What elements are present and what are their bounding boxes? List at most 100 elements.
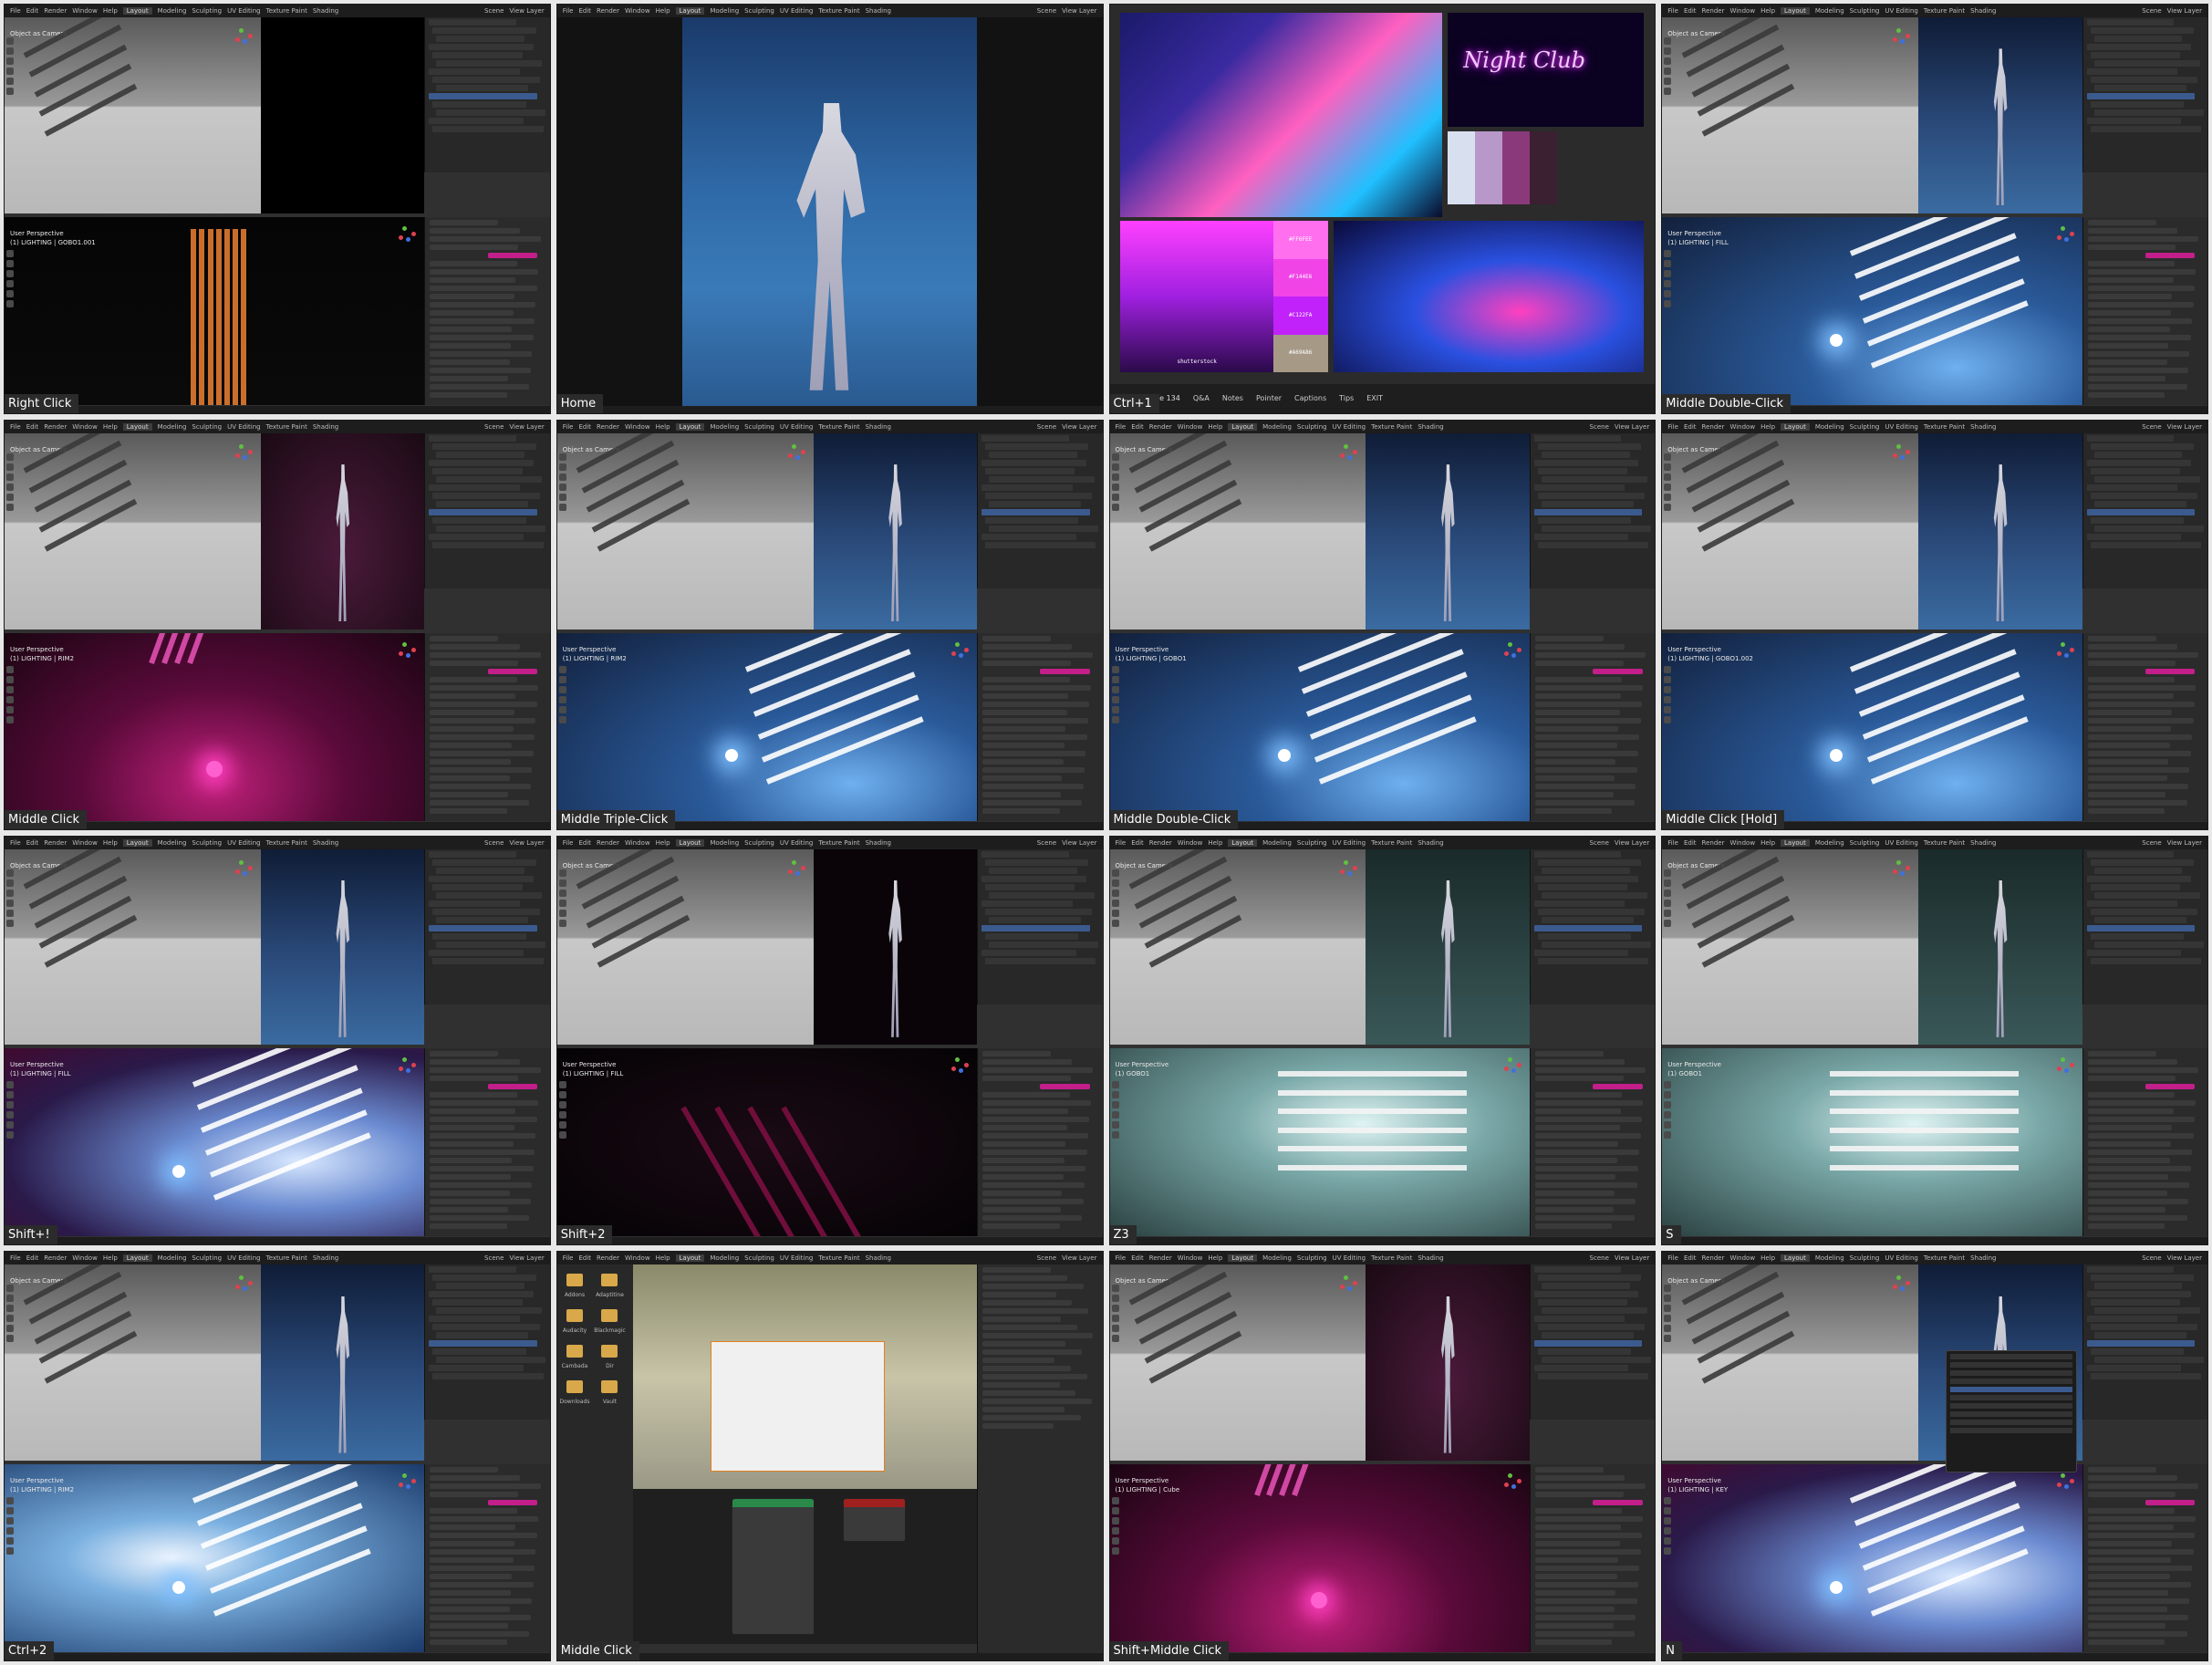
navigation-gizmo[interactable] xyxy=(951,1056,971,1076)
workspace-tab-texture-paint[interactable]: Texture Paint xyxy=(818,7,859,15)
menu-help[interactable]: Help xyxy=(103,839,118,847)
cube-object[interactable] xyxy=(710,1340,885,1472)
property-field[interactable] xyxy=(2087,1467,2156,1473)
tool-button[interactable] xyxy=(1664,1335,1672,1343)
menu-render[interactable]: Render xyxy=(1149,423,1172,431)
property-field[interactable] xyxy=(2087,1615,2189,1621)
tool-button[interactable] xyxy=(6,675,14,683)
workspace-tab-sculpting[interactable]: Sculpting xyxy=(1850,839,1880,847)
property-field[interactable] xyxy=(1534,1182,1637,1189)
navigation-gizmo[interactable] xyxy=(1503,640,1524,661)
property-field[interactable] xyxy=(1040,1084,1090,1090)
tool-button[interactable] xyxy=(1664,269,1672,277)
menu-edit[interactable]: Edit xyxy=(578,7,591,15)
menu-file[interactable]: File xyxy=(1116,423,1127,431)
outliner-row[interactable] xyxy=(429,1266,516,1274)
tool-button[interactable] xyxy=(1664,68,1672,75)
menu-help[interactable]: Help xyxy=(1760,7,1775,15)
gizmo-axis-dot[interactable] xyxy=(234,869,240,874)
view-layer-name[interactable]: View Layer xyxy=(509,1254,544,1262)
property-field[interactable] xyxy=(430,635,499,641)
outliner-row[interactable] xyxy=(436,867,525,874)
outliner-row[interactable] xyxy=(429,68,520,75)
property-field[interactable] xyxy=(2087,383,2187,390)
outliner-row[interactable] xyxy=(1533,949,1629,956)
property-field[interactable] xyxy=(2087,227,2177,234)
gizmo-axis-dot[interactable] xyxy=(1347,870,1353,876)
view-layer-name[interactable]: View Layer xyxy=(1615,839,1649,847)
property-field[interactable] xyxy=(2087,1639,2165,1646)
navigation-gizmo[interactable] xyxy=(234,1274,255,1294)
tool-button[interactable] xyxy=(6,37,14,45)
property-field[interactable] xyxy=(2087,783,2189,789)
outliner-row[interactable] xyxy=(1533,459,1639,466)
outliner-row[interactable] xyxy=(436,60,543,67)
tool-button[interactable] xyxy=(558,715,566,723)
property-field[interactable] xyxy=(430,1590,511,1597)
menu-window[interactable]: Window xyxy=(1178,839,1203,847)
outliner-row[interactable] xyxy=(1537,467,1628,474)
property-field[interactable] xyxy=(2087,750,2191,756)
outliner-row[interactable] xyxy=(2093,1283,2183,1290)
property-field[interactable] xyxy=(430,1108,516,1115)
property-field[interactable] xyxy=(430,1117,537,1123)
workspace-tab-shading[interactable]: Shading xyxy=(866,7,891,15)
property-field[interactable] xyxy=(982,643,1073,650)
gizmo-axis-dot[interactable] xyxy=(2060,225,2065,231)
property-field[interactable] xyxy=(982,750,1086,756)
property-field[interactable] xyxy=(982,1141,1066,1148)
property-field[interactable] xyxy=(982,1308,1088,1315)
workspace-tab-modeling[interactable]: Modeling xyxy=(1262,839,1292,847)
workspace-tab-uv-editing[interactable]: UV Editing xyxy=(1885,7,1918,15)
property-field[interactable] xyxy=(1534,1092,1623,1098)
viewport-top[interactable]: Object as Camera xyxy=(5,432,261,630)
tool-button[interactable] xyxy=(1111,1497,1119,1505)
outliner-row[interactable] xyxy=(1537,932,1632,940)
tool-button[interactable] xyxy=(6,889,14,897)
context-menu-item[interactable] xyxy=(1950,1369,2072,1376)
gizmo-axis-dot[interactable] xyxy=(234,1285,240,1290)
property-field[interactable] xyxy=(2087,301,2194,307)
property-field[interactable] xyxy=(487,1500,538,1506)
tool-button[interactable] xyxy=(558,879,566,887)
property-field[interactable] xyxy=(430,1541,515,1547)
gizmo-axis-dot[interactable] xyxy=(411,647,417,652)
property-field[interactable] xyxy=(1534,1623,1614,1629)
property-field[interactable] xyxy=(982,1325,1077,1331)
property-field[interactable] xyxy=(430,717,536,723)
gizmo-axis-dot[interactable] xyxy=(1896,859,1902,865)
view-layer-name[interactable]: View Layer xyxy=(1062,839,1096,847)
property-field[interactable] xyxy=(1534,1582,1639,1588)
property-field[interactable] xyxy=(2144,1500,2196,1506)
workspace-tab-shading[interactable]: Shading xyxy=(1970,423,1996,431)
outliner-row[interactable] xyxy=(1541,1357,1651,1364)
menu-window[interactable]: Window xyxy=(1178,423,1203,431)
property-field[interactable] xyxy=(982,1150,1087,1156)
outliner-row[interactable] xyxy=(1533,924,1643,931)
property-field[interactable] xyxy=(1534,775,1615,781)
gizmo-axis-dot[interactable] xyxy=(1900,1286,1906,1292)
property-field[interactable] xyxy=(430,276,516,283)
gizmo-axis-dot[interactable] xyxy=(2063,652,2069,658)
tool-button[interactable] xyxy=(1664,1295,1672,1303)
property-field[interactable] xyxy=(430,1549,536,1556)
menu-window[interactable]: Window xyxy=(72,1254,98,1262)
property-field[interactable] xyxy=(2087,1492,2176,1498)
gizmo-axis-dot[interactable] xyxy=(2069,647,2074,652)
workspace-tab-layout[interactable]: Layout xyxy=(675,838,705,847)
gizmo-axis-dot[interactable] xyxy=(1511,1068,1516,1074)
outliner-row[interactable] xyxy=(2093,109,2204,116)
property-field[interactable] xyxy=(1534,807,1613,814)
view-layer-name[interactable]: View Layer xyxy=(1062,7,1096,15)
scene-name[interactable]: Scene xyxy=(1590,423,1609,431)
camera-preview[interactable] xyxy=(1366,848,1530,1046)
tool-button[interactable] xyxy=(6,869,14,877)
property-field[interactable] xyxy=(982,1292,1056,1298)
property-field[interactable] xyxy=(430,1623,509,1629)
property-field[interactable] xyxy=(430,775,510,781)
scene-name[interactable]: Scene xyxy=(484,839,504,847)
gizmo-axis-dot[interactable] xyxy=(1516,647,1521,652)
tool-button[interactable] xyxy=(1664,1315,1672,1323)
tool-button[interactable] xyxy=(1664,1517,1672,1525)
outliner-row[interactable] xyxy=(429,533,524,540)
